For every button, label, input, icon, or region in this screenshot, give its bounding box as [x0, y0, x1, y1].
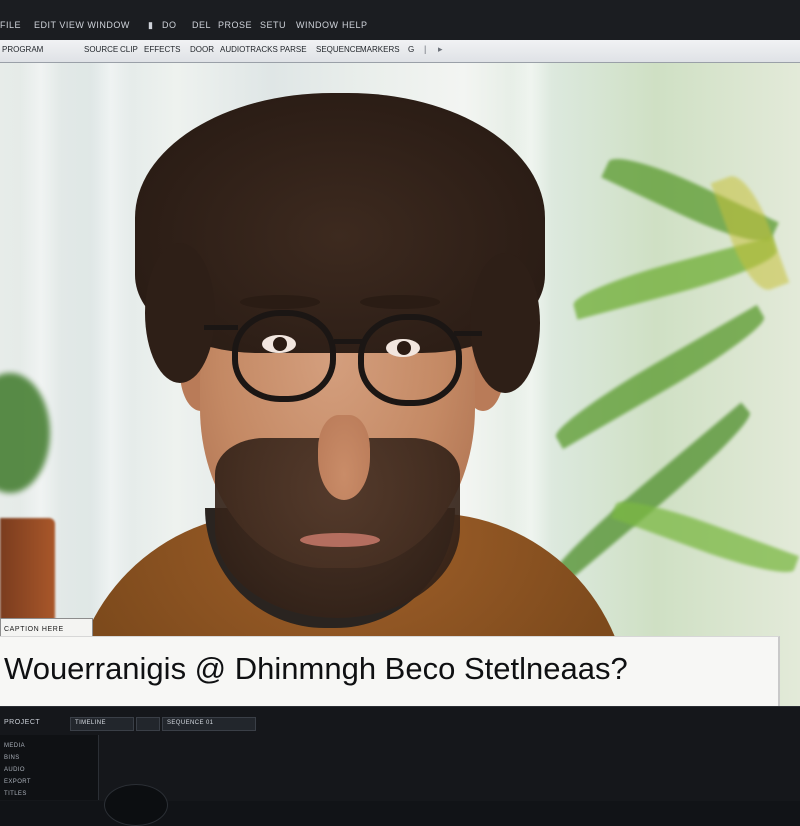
menu-item-prose[interactable]: PROSE [218, 20, 252, 30]
list-item[interactable]: MEDIA [4, 743, 25, 749]
glasses-lens-left-icon [232, 310, 336, 402]
toolbar-audiotracks[interactable]: AUDIOTRACKS [220, 45, 278, 54]
menu-item-window[interactable]: WINDOW [296, 20, 339, 30]
menu-item-file[interactable]: FILE [0, 20, 21, 30]
glasses-lens-right-icon [358, 314, 462, 406]
media-list: MEDIA BINS AUDIO EXPORT TITLES [0, 735, 99, 800]
person-brow-left [240, 295, 320, 309]
jog-wheel-icon[interactable] [104, 784, 168, 826]
toolbar-divider-icon: | [424, 44, 427, 54]
menu-item-setu[interactable]: SETU [260, 20, 286, 30]
toolbar-source[interactable]: SOURCE [84, 45, 118, 54]
plant-leaf [610, 491, 800, 583]
list-item[interactable]: TITLES [4, 791, 27, 797]
toolbar-sequence[interactable]: SEQUENCE [316, 45, 361, 54]
menu-item-do[interactable]: DO [162, 20, 177, 30]
tab-sequence-label: SEQUENCE 01 [167, 720, 214, 726]
person-nose [318, 415, 370, 500]
person-brow-right [360, 295, 440, 309]
play-icon[interactable]: ▸ [438, 44, 443, 55]
caption-text: Wouerranigis @ Dhinmngh Beco Stetlneaas? [4, 651, 628, 686]
menu-item-marker[interactable]: ▮ [148, 20, 153, 31]
toolbar-g[interactable]: G [408, 45, 414, 54]
glasses-bridge [334, 339, 362, 344]
person-hair-side [145, 243, 215, 383]
caption-bar[interactable]: Wouerranigis @ Dhinmngh Beco Stetlneaas? [0, 636, 780, 707]
panel-title: PROJECT [4, 719, 41, 726]
list-item[interactable]: AUDIO [4, 767, 25, 773]
tab-spacer[interactable] [136, 717, 160, 731]
list-item[interactable]: EXPORT [4, 779, 31, 785]
toolbar-program[interactable]: PROGRAM [2, 45, 43, 54]
menu-item-del[interactable]: DEL [192, 20, 211, 30]
list-item[interactable]: BINS [4, 755, 20, 761]
tool-bar: PROGRAM SOURCE CLIP EFFECTS DOOR AUDIOTR… [0, 40, 800, 63]
menu-item-help[interactable]: HELP [342, 20, 368, 30]
toolbar-parse[interactable]: PARSE [280, 45, 307, 54]
toolbar-clip[interactable]: CLIP [120, 45, 138, 54]
toolbar-markers[interactable]: MARKERS [360, 45, 400, 54]
menu-item-edit[interactable]: EDIT VIEW WINDOW [34, 20, 130, 30]
toolbar-effects[interactable]: EFFECTS [144, 45, 180, 54]
menu-bar: FILE EDIT VIEW WINDOW ▮ DO DEL PROSE SET… [0, 0, 800, 41]
person-mouth [300, 533, 380, 547]
glasses-arm-left [204, 325, 238, 330]
toolbar-door[interactable]: DOOR [190, 45, 214, 54]
tab-sequence[interactable]: SEQUENCE 01 [162, 717, 256, 731]
tab-timeline-label: TIMELINE [75, 720, 106, 726]
lower-third-tag-label: CAPTION HERE [4, 626, 64, 633]
person-hair-side [470, 253, 540, 393]
tab-timeline[interactable]: TIMELINE [70, 717, 134, 731]
glasses-arm-right [454, 331, 482, 336]
video-preview [0, 63, 800, 706]
